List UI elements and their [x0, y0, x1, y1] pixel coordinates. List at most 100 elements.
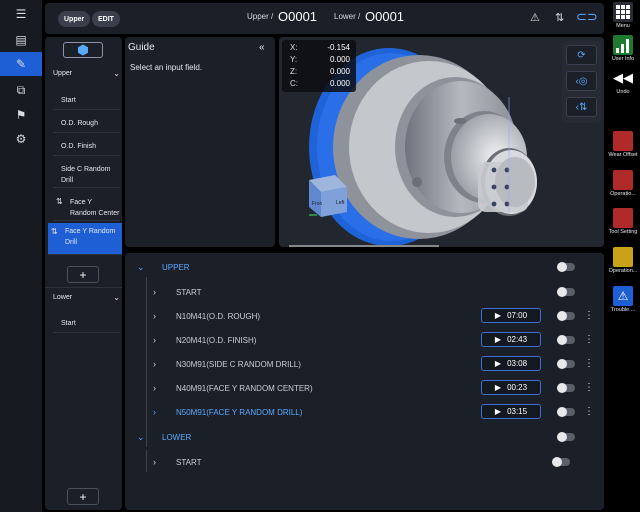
lower-program-label: Lower /: [334, 12, 361, 21]
user-info-label: User Info: [611, 56, 635, 62]
upper-start-toggle[interactable]: [557, 287, 575, 297]
lower-header-row[interactable]: ⌄ LOWER: [125, 429, 604, 447]
process-row-5[interactable]: › N50M91(FACE Y RANDOM DRILL) ▶ 03:15 ⋮: [125, 404, 604, 422]
trouble-button[interactable]: ⚠ Trouble ...: [606, 286, 640, 313]
more-options-icon[interactable]: ⋮: [584, 310, 594, 321]
tool-setting-button[interactable]: Tool Setting: [606, 208, 640, 235]
sort-arrows-icon: ⇅: [56, 197, 63, 206]
right-function-bar: Menu User Info ◀◀ Undo Wear Offset Opera…: [606, 0, 640, 512]
upper-program-label: Upper /: [247, 12, 274, 21]
process-name: N30M91(SIDE C RANDOM DRILL): [176, 360, 301, 369]
more-options-icon[interactable]: ⋮: [584, 406, 594, 417]
process-toggle[interactable]: [557, 407, 575, 417]
run-process-button[interactable]: ▶ 00:23: [481, 380, 541, 395]
panel-item-label: Face Y Random Drill: [65, 228, 116, 246]
process-toggle[interactable]: [557, 335, 575, 345]
process-row-4[interactable]: › N40M91(FACE Y RANDOM CENTER) ▶ 00:23 ⋮: [125, 380, 604, 398]
chevron-right-icon: ›: [153, 457, 156, 467]
process-toggle[interactable]: [557, 311, 575, 321]
run-process-button[interactable]: ▶ 03:08: [481, 356, 541, 371]
user-info-button[interactable]: User Info: [606, 35, 640, 62]
run-process-button[interactable]: ▶ 02:43: [481, 332, 541, 347]
flag-icon[interactable]: ⚑: [0, 103, 42, 127]
panel-item-side-c-random-drill[interactable]: Side C Random Drill: [53, 161, 120, 188]
operation-panel-icon: [613, 247, 633, 267]
wear-offset-button[interactable]: Wear Offset: [606, 131, 640, 158]
play-icon: ▶: [494, 359, 502, 368]
trouble-label: Trouble ...: [610, 307, 636, 313]
chevron-right-icon: ›: [153, 287, 156, 297]
more-options-icon[interactable]: ⋮: [584, 358, 594, 369]
operation-button-1[interactable]: Operatio...: [606, 170, 640, 197]
view-cube-left-label: Left: [336, 200, 345, 206]
upper-toggle[interactable]: [557, 262, 575, 272]
process-name: N50M91(FACE Y RANDOM DRILL): [176, 408, 303, 417]
coord-row-x: X: -0.154: [290, 43, 350, 52]
lower-header-label: LOWER: [162, 433, 192, 442]
more-options-icon[interactable]: ⋮: [584, 334, 594, 345]
document-list-icon[interactable]: ▤: [0, 28, 42, 52]
panel-item-start[interactable]: Start: [53, 92, 120, 110]
panel-item-face-y-random-drill[interactable]: ⇅ Face Y Random Drill: [48, 223, 122, 255]
link-icon[interactable]: ⊂⊃: [576, 9, 598, 25]
chevron-down-icon: ⌄: [137, 262, 145, 272]
mode-upper-pill[interactable]: Upper: [58, 11, 91, 27]
warning-triangle-icon: ⚠: [613, 286, 633, 306]
coordinate-readout: X: -0.154 Y: 0.000 Z: 0.000 C: 0.000: [282, 40, 356, 92]
hamburger-menu-icon[interactable]: ☰: [0, 2, 42, 26]
process-row-3[interactable]: › N30M91(SIDE C RANDOM DRILL) ▶ 03:08 ⋮: [125, 356, 604, 374]
operation-label-2: Operation...: [608, 268, 638, 274]
signal-bars-icon: [613, 35, 633, 55]
collapse-double-chevron-icon[interactable]: «: [259, 42, 265, 53]
upper-start-label: START: [176, 288, 202, 297]
upper-group-header[interactable]: Upper ⌄: [53, 69, 120, 78]
run-process-button[interactable]: ▶ 07:00: [481, 308, 541, 323]
fit-view-icon[interactable]: ‹◎: [566, 71, 597, 91]
lower-group-header[interactable]: Lower ⌄: [53, 293, 120, 302]
process-name: N20M41(O.D. FINISH): [176, 336, 257, 345]
process-toggle[interactable]: [557, 359, 575, 369]
undo-button[interactable]: ◀◀ Undo: [606, 68, 640, 95]
panel-item-od-finish[interactable]: O.D. Finish: [53, 138, 120, 156]
warning-icon[interactable]: ⚠: [530, 11, 540, 24]
process-time: 07:00: [507, 311, 528, 320]
grid-menu-icon: [613, 2, 633, 22]
coord-row-z: Z: 0.000: [290, 67, 350, 76]
panel-item-lower-start[interactable]: Start: [53, 315, 120, 333]
view-cube[interactable]: [309, 175, 347, 217]
lower-toggle[interactable]: [557, 432, 575, 442]
add-upper-process-button[interactable]: +: [67, 266, 99, 283]
upper-header-row[interactable]: ⌄ UPPER: [125, 259, 604, 277]
top-bar: Upper EDIT Upper / O0001 Lower / O0001 ⚠…: [45, 3, 604, 34]
rotate-view-icon[interactable]: ⟳: [566, 45, 597, 65]
mode-edit-pill[interactable]: EDIT: [92, 11, 120, 27]
process-toggle[interactable]: [557, 383, 575, 393]
sort-arrows-icon: ⇅: [51, 227, 58, 236]
edit-pencil-icon[interactable]: ✎: [0, 52, 42, 76]
panel-item-face-y-random-center[interactable]: ⇅ Face Y Random Center: [53, 194, 120, 221]
process-name: N10M41(O.D. ROUGH): [176, 312, 261, 321]
operation-label-1: Operatio...: [610, 191, 636, 197]
menu-label: Menu: [616, 23, 630, 29]
process-row-1[interactable]: › N10M41(O.D. ROUGH) ▶ 07:00 ⋮: [125, 308, 604, 326]
add-lower-process-button[interactable]: +: [67, 488, 99, 505]
chevron-right-icon: ›: [153, 359, 156, 369]
sync-arrows-icon[interactable]: ⇅: [555, 11, 564, 24]
process-row-2[interactable]: › N20M41(O.D. FINISH) ▶ 02:43 ⋮: [125, 332, 604, 350]
upper-program-number: O0001: [278, 9, 318, 24]
wear-offset-icon: [613, 131, 633, 151]
lower-start-row[interactable]: › START: [125, 454, 604, 472]
viewport-scrollbar[interactable]: [289, 245, 439, 247]
more-options-icon[interactable]: ⋮: [584, 382, 594, 393]
menu-button[interactable]: Menu: [606, 2, 640, 29]
lower-start-toggle[interactable]: [552, 457, 570, 467]
upper-start-row[interactable]: › START: [125, 284, 604, 302]
process-type-button[interactable]: [63, 42, 103, 58]
settings-gear-icon[interactable]: ⚙: [0, 127, 42, 151]
toggle-sort-icon[interactable]: ‹⇅: [566, 97, 597, 117]
hierarchy-icon[interactable]: ⧉: [0, 78, 42, 102]
wear-offset-label: Wear Offset: [608, 152, 638, 158]
run-process-button[interactable]: ▶ 03:15: [481, 404, 541, 419]
operation-button-2[interactable]: Operation...: [606, 247, 640, 274]
panel-item-od-rough[interactable]: O.D. Rough: [53, 115, 120, 133]
